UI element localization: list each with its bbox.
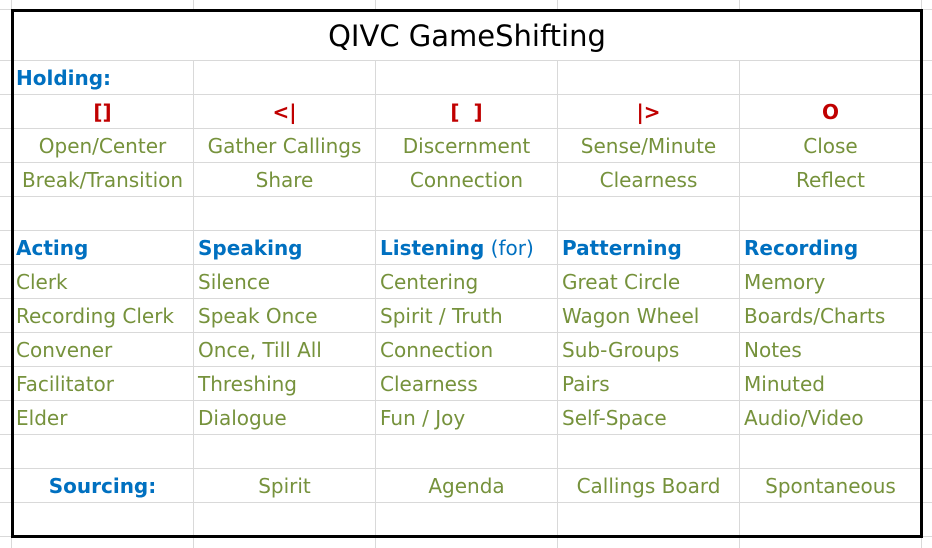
spreadsheet: QIVC GameShifting Holding: [] <| [ ] |> … [0,0,932,548]
table-border [11,9,923,538]
